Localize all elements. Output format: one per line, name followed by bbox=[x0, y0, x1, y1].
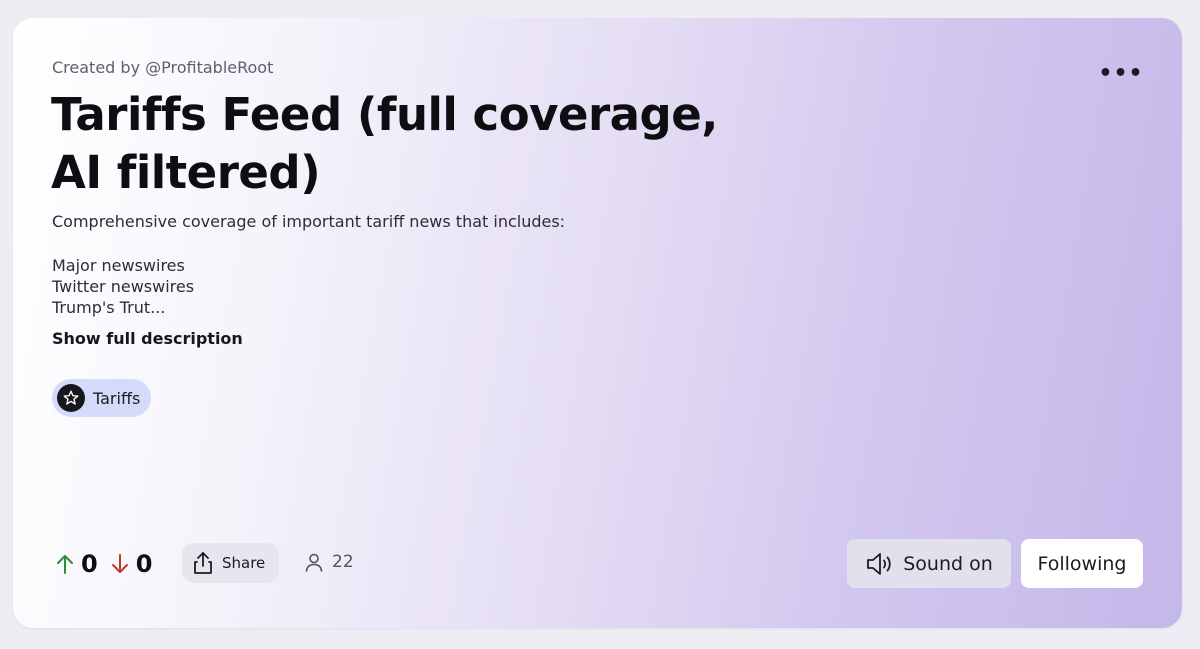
tag-chip-tariffs[interactable]: Tariffs bbox=[52, 379, 152, 417]
share-button[interactable]: Share bbox=[182, 543, 280, 583]
description-line: Trump's Trut... bbox=[52, 298, 166, 317]
user-icon bbox=[305, 553, 323, 572]
feed-description: Comprehensive coverage of important tari… bbox=[52, 211, 752, 318]
star-icon bbox=[57, 384, 85, 412]
downvote-count: 0 bbox=[135, 550, 153, 578]
description-intro: Comprehensive coverage of important tari… bbox=[52, 212, 566, 231]
share-label: Share bbox=[222, 554, 266, 572]
arrow-up-icon bbox=[57, 555, 73, 574]
tag-label: Tariffs bbox=[93, 388, 141, 408]
follower-count-value: 22 bbox=[332, 552, 354, 572]
share-icon bbox=[194, 552, 212, 574]
follower-count: 22 bbox=[304, 552, 354, 572]
vote-controls: 0 0 bbox=[55, 547, 152, 581]
more-options-button[interactable]: ••• bbox=[1098, 63, 1142, 93]
show-full-description-link[interactable]: Show full description bbox=[52, 329, 243, 348]
feed-title: Tariffs Feed (full coverage, AI filtered… bbox=[51, 88, 718, 199]
upvote-button[interactable]: 0 bbox=[55, 550, 98, 578]
following-label: Following bbox=[1037, 552, 1127, 575]
more-horizontal-icon: ••• bbox=[1098, 61, 1144, 86]
arrow-down-icon bbox=[111, 554, 128, 573]
sound-toggle-button[interactable]: Sound on bbox=[847, 539, 1011, 588]
description-line: Twitter newswires bbox=[52, 277, 195, 296]
following-button[interactable]: Following bbox=[1021, 539, 1143, 588]
speaker-icon bbox=[867, 552, 891, 575]
upvote-count: 0 bbox=[81, 550, 98, 578]
sound-label: Sound on bbox=[903, 552, 993, 575]
feed-card: Created by @ProfitableRoot ••• Tariffs F… bbox=[13, 18, 1182, 628]
description-line: Major newswires bbox=[52, 256, 185, 275]
downvote-button[interactable]: 0 bbox=[110, 550, 153, 578]
creator-label: Created by @ProfitableRoot bbox=[52, 58, 274, 77]
